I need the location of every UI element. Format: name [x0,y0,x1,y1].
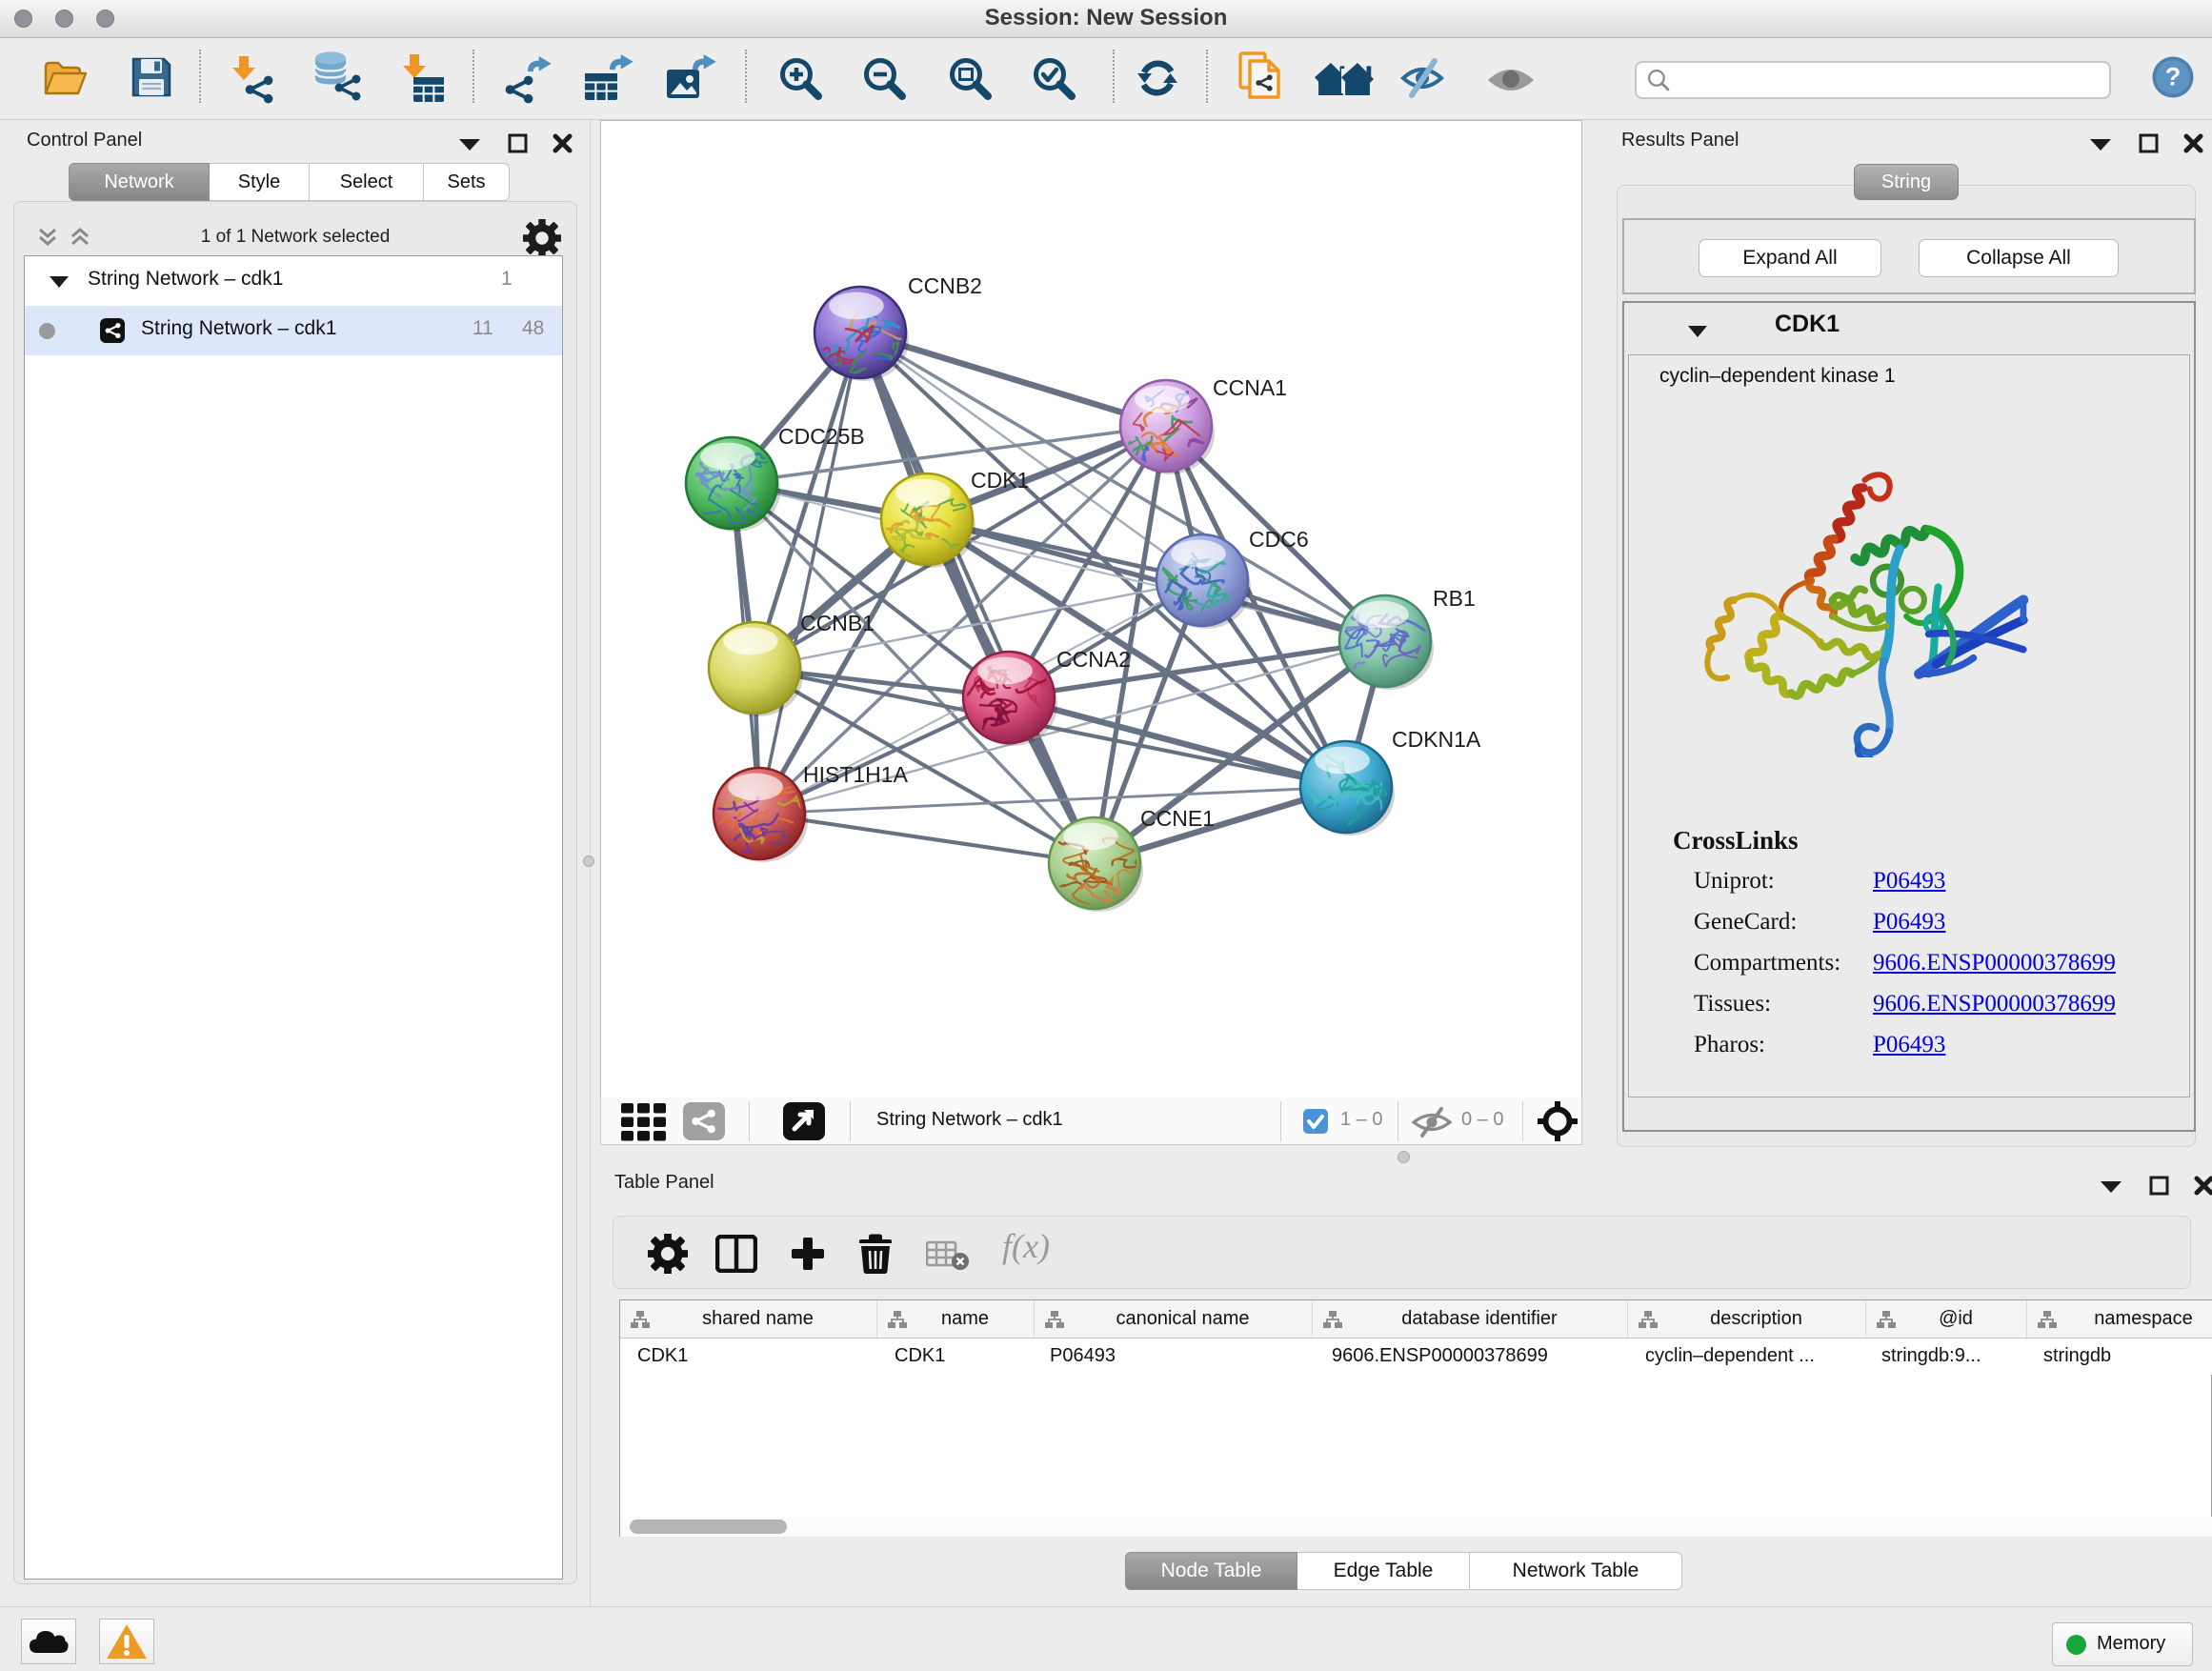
svg-text:CDC25B: CDC25B [778,424,865,449]
svg-text:HIST1H1A: HIST1H1A [803,762,909,787]
svg-text:CCNA2: CCNA2 [1056,647,1131,672]
svg-text:CDK1: CDK1 [971,468,1029,493]
svg-text:CCNA1: CCNA1 [1213,375,1287,400]
svg-text:CDC6: CDC6 [1249,527,1309,552]
svg-text:?: ? [2165,63,2182,91]
svg-text:CCNB1: CCNB1 [800,611,875,635]
svg-text:CCNE1: CCNE1 [1140,806,1215,831]
svg-text:CDKN1A: CDKN1A [1392,727,1481,752]
svg-text:CCNB2: CCNB2 [908,273,982,298]
svg-text:RB1: RB1 [1433,586,1476,611]
